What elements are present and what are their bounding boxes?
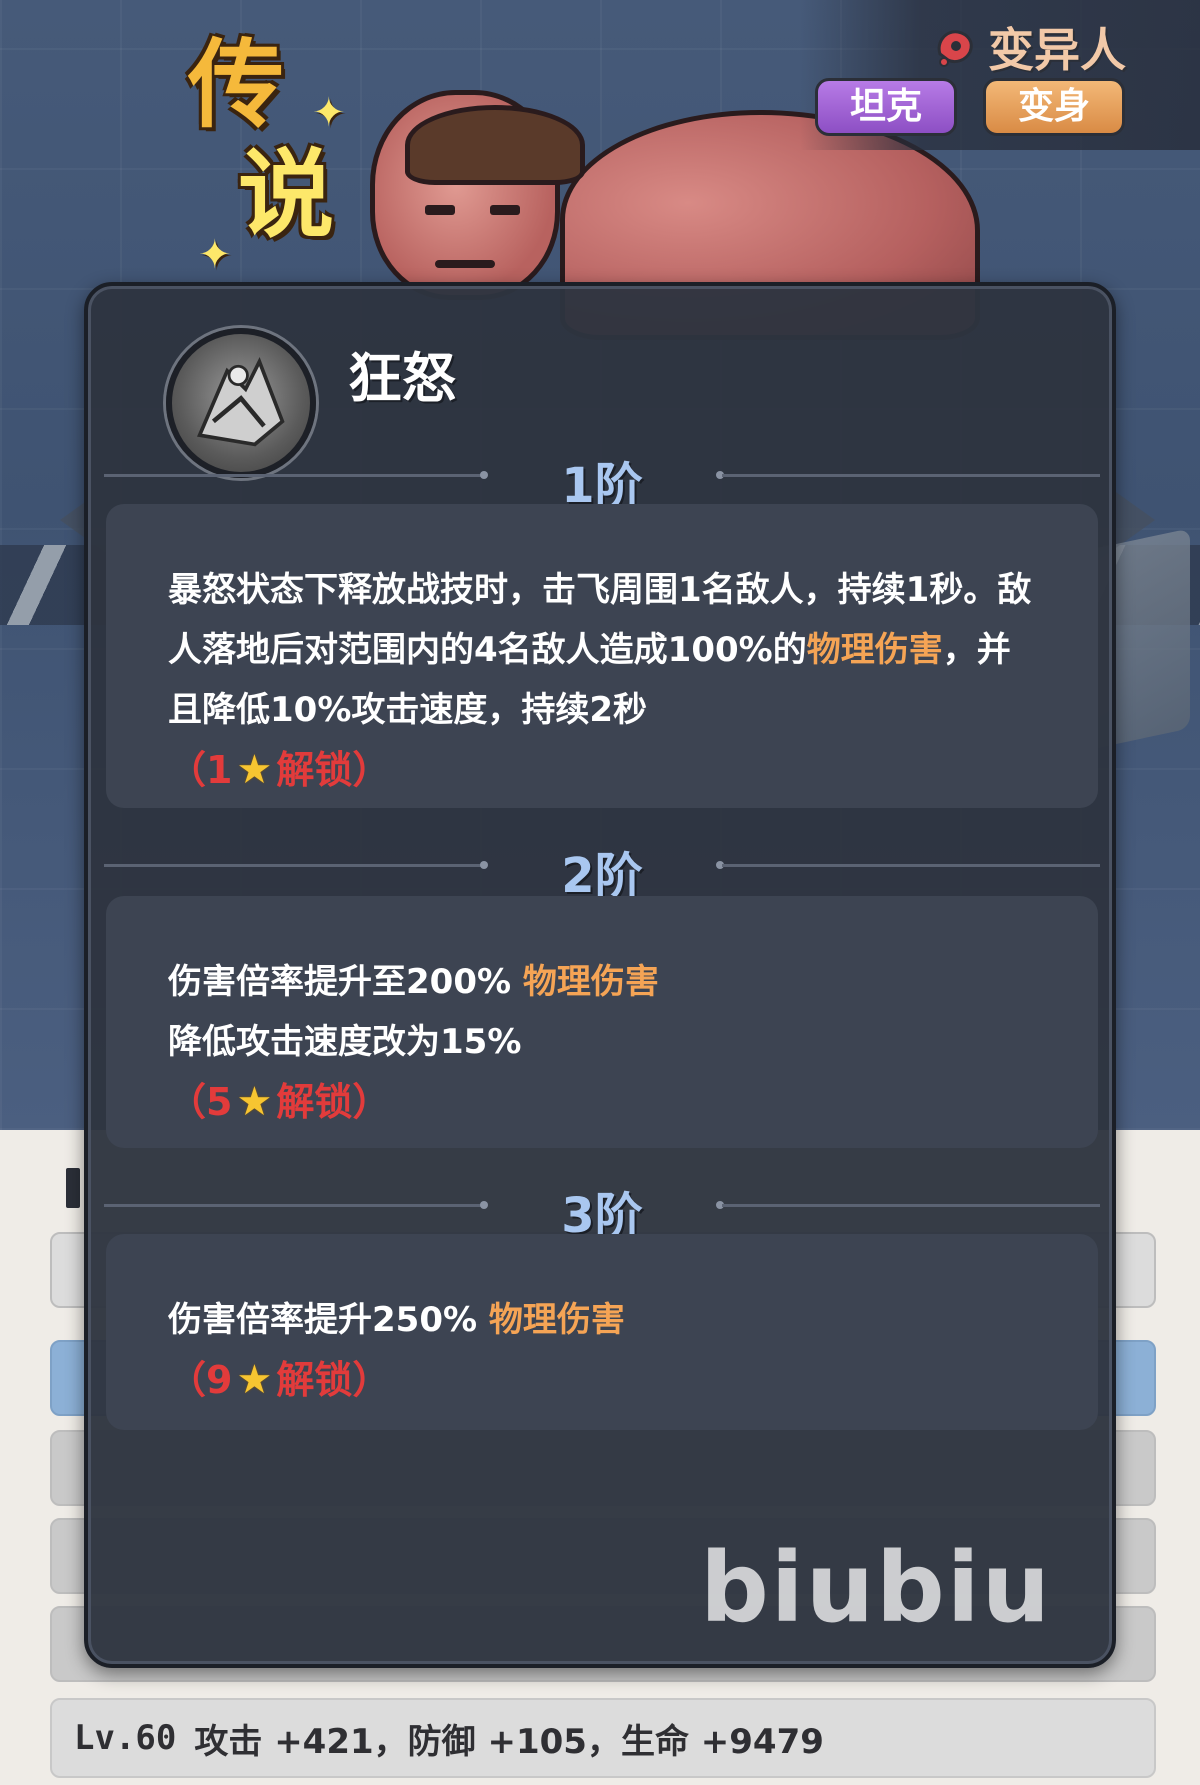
hero-head (370, 90, 585, 300)
divider (722, 1204, 1100, 1207)
tier-1-header: 1阶 (104, 446, 1100, 514)
paren: （ (168, 748, 207, 792)
tier-2-card: 伤害倍率提升至200% 物理伤害 降低攻击速度改为15% （ 5 ★ 解锁 ） (106, 896, 1098, 1148)
rarity-char-1: 传 (188, 28, 284, 141)
tier-1-unlock: （ 1 ★ 解锁 ） (168, 740, 1038, 800)
tier-3-card: 伤害倍率提升250% 物理伤害 （ 9 ★ 解锁 ） (106, 1234, 1098, 1430)
tier-3-line-1: 伤害倍率提升250% 物理伤害 (168, 1290, 1038, 1350)
star-icon: ★ (236, 1357, 273, 1403)
tier-1-highlight: 物理伤害 (806, 630, 943, 670)
tier-2-header: 2阶 (104, 836, 1100, 904)
tier-2-line-1: 伤害倍率提升至200% 物理伤害 (168, 952, 1038, 1012)
stat-row-lv60: Lv.60 攻击 +421，防御 +105，生命 +9479 (50, 1698, 1156, 1778)
role-tag-transform: 变身 (983, 78, 1125, 136)
star-icon: ★ (236, 747, 273, 793)
tier-2-highlight: 物理伤害 (522, 962, 659, 1002)
hero-eye (490, 205, 520, 215)
skill-name: 狂怒 (348, 347, 456, 410)
faction-name: 变异人 (988, 23, 1126, 77)
unlock-stars-count: 1 (206, 748, 233, 792)
sparkle-icon: ✦ (312, 90, 346, 136)
unlock-label: 解锁 (276, 1358, 353, 1402)
stat-level: Lv.60 (74, 1718, 177, 1758)
sparkle-icon: ✦ (198, 232, 232, 278)
unlock-label: 解锁 (276, 748, 353, 792)
faction-label: 变异人 (932, 14, 1126, 80)
paren: ） (352, 1080, 391, 1124)
watermark: biubiu (700, 1532, 1052, 1644)
paren: ） (352, 1358, 391, 1402)
divider (722, 864, 1100, 867)
tier-2-line-2: 降低攻击速度改为15% (168, 1022, 522, 1062)
paren: （ (168, 1358, 207, 1402)
hero-eye (425, 205, 455, 215)
star-icon: ★ (236, 1079, 273, 1125)
mutant-faction-icon (932, 24, 978, 70)
stat-values: 攻击 +421，防御 +105，生命 +9479 (194, 1721, 824, 1762)
tier-2-text: 伤害倍率提升至200% (168, 962, 512, 1002)
tier-2-unlock: （ 5 ★ 解锁 ） (168, 1072, 1038, 1132)
paren: ） (352, 748, 391, 792)
hero-mouth (435, 260, 495, 268)
tier-3-highlight: 物理伤害 (488, 1300, 625, 1340)
skill-detail-modal[interactable]: 狂怒 1阶 暴怒状态下释放战技时，击飞周围1名敌人，持续1秒。敌人落地后对范围内… (84, 282, 1116, 1668)
divider (722, 474, 1100, 477)
tier-3-text: 伤害倍率提升250% (168, 1300, 478, 1340)
rarity-title: 传 说 (188, 30, 348, 250)
tier-3-unlock: （ 9 ★ 解锁 ） (168, 1350, 1038, 1410)
unlock-stars-count: 5 (206, 1080, 233, 1124)
rarity-char-2: 说 (238, 138, 334, 251)
tier-1-card: 暴怒状态下释放战技时，击飞周围1名敌人，持续1秒。敌人落地后对范围内的4名敌人造… (106, 504, 1098, 808)
hero-hair (405, 105, 585, 185)
unlock-label: 解锁 (276, 1080, 353, 1124)
paren: （ (168, 1080, 207, 1124)
side-tab (66, 1168, 80, 1208)
unlock-stars-count: 9 (206, 1358, 233, 1402)
tier-3-header: 3阶 (104, 1176, 1100, 1244)
tier-1-description: 暴怒状态下释放战技时，击飞周围1名敌人，持续1秒。敌人落地后对范围内的4名敌人造… (168, 560, 1038, 740)
role-tag-tank: 坦克 (815, 78, 957, 136)
